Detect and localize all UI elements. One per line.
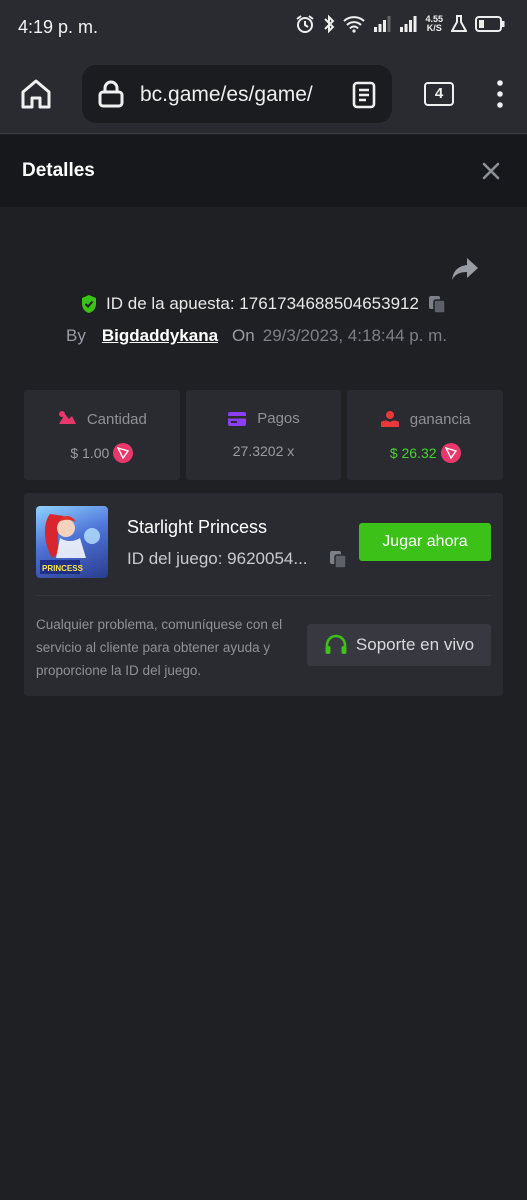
card-icon	[228, 411, 247, 426]
bet-meta-row: By Bigdaddykana On 29/3/2023, 4:18:44 p.…	[66, 326, 447, 346]
network-speed: 4.55 K/S	[425, 15, 443, 33]
wifi-icon	[343, 16, 366, 33]
details-header: Detalles	[0, 135, 527, 207]
verified-shield-icon	[82, 295, 97, 313]
stat-value-text: $ 26.32	[389, 445, 437, 461]
url-bar[interactable]: bc.game/es/game/	[82, 65, 392, 123]
home-icon[interactable]	[18, 76, 54, 112]
by-label: By	[66, 326, 86, 345]
bet-id-row: ID de la apuesta: 1761734688504653912	[0, 294, 527, 314]
battery-icon	[475, 16, 505, 32]
close-icon[interactable]	[478, 158, 504, 184]
live-support-button[interactable]: Soporte en vivo	[307, 624, 491, 666]
support-label: Soporte en vivo	[355, 635, 475, 654]
stat-value-text: 27.3202 x	[232, 443, 295, 459]
lock-icon	[98, 80, 124, 108]
share-icon[interactable]	[450, 256, 480, 282]
play-now-button[interactable]: Jugar ahora	[359, 523, 491, 561]
flask-icon	[451, 15, 467, 32]
stat-label: ganancia	[347, 410, 503, 428]
stat-value: $ 1.00	[24, 443, 180, 463]
alarm-icon	[296, 15, 315, 33]
stat-label-text: ganancia	[409, 410, 471, 428]
stat-label-text: Pagos	[257, 410, 300, 427]
speed-unit: K/S	[426, 23, 442, 33]
page-title: Detalles	[22, 160, 95, 181]
headphones-icon	[325, 634, 347, 654]
game-panel: PRINCESS Starlight Princess ID del juego…	[24, 493, 503, 696]
more-menu-icon[interactable]	[492, 78, 508, 110]
status-time: 4:19 p. m.	[18, 17, 99, 37]
status-icons: 4.55 K/S	[295, 14, 505, 34]
game-thumbnail[interactable]: PRINCESS	[36, 506, 108, 578]
bet-stats: Cantidad $ 1.00 Pagos 27.3202 x ganancia…	[24, 390, 504, 480]
stat-label: Cantidad	[24, 410, 180, 428]
amount-icon	[58, 411, 76, 424]
divider	[36, 595, 491, 596]
stat-value: $ 26.32	[347, 443, 503, 463]
trx-coin-icon	[440, 443, 461, 463]
bet-id: ID de la apuesta: 1761734688504653912	[106, 294, 419, 313]
stat-amount: Cantidad $ 1.00	[24, 390, 180, 480]
reader-mode-icon[interactable]	[352, 81, 376, 109]
url-text[interactable]: bc.game/es/game/	[140, 83, 330, 107]
bet-date: 29/3/2023, 4:18:44 p. m.	[262, 326, 448, 345]
status-bar: 4:19 p. m. 4.55 K/S	[0, 0, 527, 54]
game-id: ID del juego: 9620054...	[127, 549, 308, 568]
game-thumbnail-art: PRINCESS	[40, 514, 100, 574]
copy-icon[interactable]	[328, 549, 348, 569]
copy-icon[interactable]	[427, 294, 447, 314]
stat-label-text: Cantidad	[86, 410, 147, 428]
game-thumb-text: PRINCESS	[42, 564, 84, 573]
signal-icon-1	[374, 16, 391, 32]
trx-coin-icon	[113, 443, 134, 463]
bluetooth-icon	[324, 14, 335, 34]
help-text: Cualquier problema, comuníquese con el s…	[36, 617, 283, 678]
tabs-button[interactable]: 4	[424, 82, 454, 106]
profit-icon	[380, 411, 399, 427]
signal-icon-2	[400, 16, 417, 32]
stat-payout: Pagos 27.3202 x	[185, 390, 342, 480]
on-label: On	[232, 326, 255, 345]
stat-value-text: $ 1.00	[70, 445, 110, 461]
username-link[interactable]: Bigdaddykana	[102, 326, 218, 346]
stat-label: Pagos	[186, 410, 342, 427]
stat-profit: ganancia $ 26.32	[347, 390, 504, 480]
browser-toolbar: bc.game/es/game/ 4	[0, 54, 527, 134]
stat-value: 27.3202 x	[186, 443, 342, 459]
game-name: Starlight Princess	[127, 517, 268, 537]
